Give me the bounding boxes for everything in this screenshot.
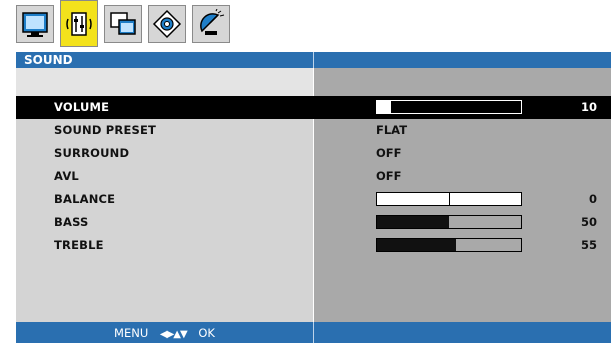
bass-bar[interactable] xyxy=(376,215,522,229)
setting-label: VOLUME xyxy=(54,100,110,114)
tab-picture[interactable] xyxy=(16,5,54,43)
setting-value: 50 xyxy=(580,215,597,229)
setting-value: FLAT xyxy=(376,123,408,137)
setting-row-avl[interactable]: AVL OFF xyxy=(16,165,611,188)
setting-label: SURROUND xyxy=(54,146,130,160)
monitor-icon xyxy=(22,12,48,37)
setting-value: OFF xyxy=(376,169,402,183)
menu-title: SOUND xyxy=(24,53,73,67)
balance-bar[interactable] xyxy=(376,192,522,206)
bar-fill xyxy=(377,216,449,228)
title-divider xyxy=(313,52,314,68)
navigation-arrows-icon: ◀▶▲▼ xyxy=(159,329,188,340)
setting-row-volume[interactable]: VOLUME 10 xyxy=(16,96,611,119)
tab-satellite[interactable] xyxy=(192,5,230,43)
tab-install[interactable] xyxy=(148,5,186,43)
setting-value: 10 xyxy=(580,100,597,114)
windows-icon xyxy=(110,12,136,35)
footer-divider xyxy=(313,322,314,343)
setting-label: AVL xyxy=(54,169,79,183)
equalizer-icon xyxy=(66,11,92,36)
setting-row-treble[interactable]: TREBLE 55 xyxy=(16,234,611,257)
setting-row-balance[interactable]: BALANCE 0 xyxy=(16,188,611,211)
setting-label: BASS xyxy=(54,215,89,229)
tab-sound[interactable] xyxy=(60,0,98,47)
ok-hint-label: OK xyxy=(198,326,215,340)
setting-label: BALANCE xyxy=(54,192,116,206)
sound-menu-screen: SOUND VOLUME 10 SOUND PRESET FLAT SURROU… xyxy=(0,0,611,343)
treble-bar[interactable] xyxy=(376,238,522,252)
setting-row-surround[interactable]: SURROUND OFF xyxy=(16,142,611,165)
setting-value: 55 xyxy=(580,238,597,252)
setting-label: TREBLE xyxy=(54,238,104,252)
bar-fill xyxy=(377,239,457,251)
gear-icon xyxy=(152,9,182,39)
satellite-dish-icon xyxy=(200,9,225,35)
navigation-hint: MENU ◀▶▲▼ OK xyxy=(16,326,313,340)
menu-hint-label: MENU xyxy=(114,326,149,340)
setting-row-sound-preset[interactable]: SOUND PRESET FLAT xyxy=(16,119,611,142)
balance-marker xyxy=(449,193,450,205)
setting-row-bass[interactable]: BASS 50 xyxy=(16,211,611,234)
setting-value: 0 xyxy=(588,192,597,206)
setting-label: SOUND PRESET xyxy=(54,123,157,137)
bar-fill xyxy=(377,101,392,113)
volume-bar[interactable] xyxy=(376,100,522,114)
menu-subheader xyxy=(16,68,313,96)
menu-title-bar: SOUND xyxy=(16,52,611,68)
setting-value: OFF xyxy=(376,146,402,160)
tab-features[interactable] xyxy=(104,5,142,43)
menu-tab-bar xyxy=(16,0,236,52)
footer-hint-bar: MENU ◀▶▲▼ OK xyxy=(16,322,611,343)
